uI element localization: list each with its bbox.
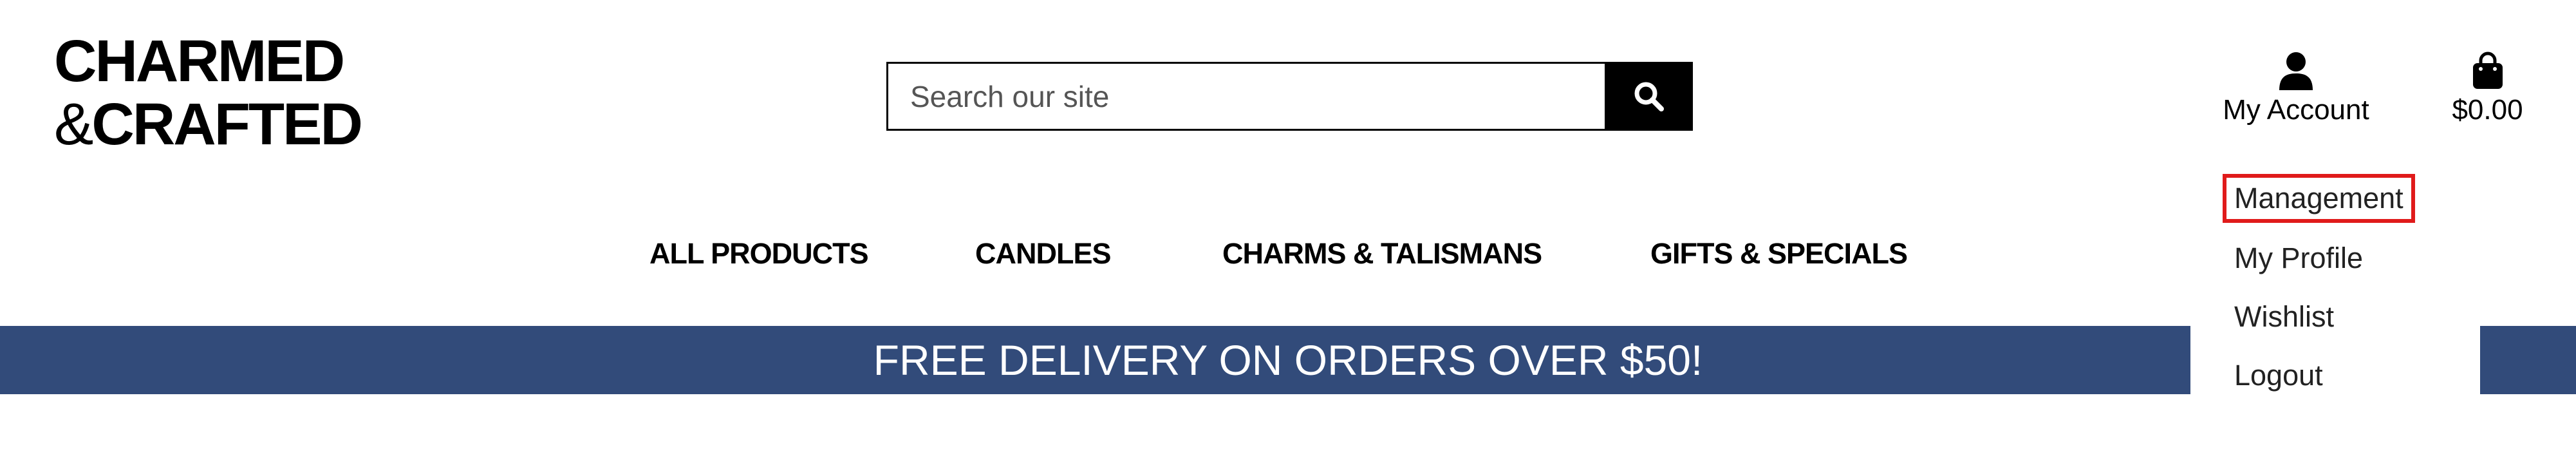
page: CHARMED &CRAFTED My Account $0.00 A [0,0,2576,476]
account-menu-my-profile[interactable]: My Profile [2234,242,2363,275]
logo-line-2: &CRAFTED [54,91,363,157]
logo-line-1: CHARMED [54,28,345,94]
logo-line-2-text: CRAFTED [91,91,363,157]
search-icon [1634,82,1664,111]
promo-banner: FREE DELIVERY ON ORDERS OVER $50! [0,326,2576,394]
account-menu-toggle[interactable]: My Account [2219,52,2373,126]
bag-total: $0.00 [2452,94,2523,126]
account-menu-management[interactable]: Management [2223,174,2415,223]
account-menu-logout[interactable]: Logout [2234,359,2323,392]
site-logo[interactable]: CHARMED &CRAFTED [54,28,363,157]
user-icon [2279,52,2313,90]
shopping-bag-icon [2472,52,2503,89]
account-menu-wishlist[interactable]: Wishlist [2234,300,2334,334]
account-dropdown: Management My Profile Wishlist Logout [2190,165,2480,397]
search-input[interactable] [886,62,1605,131]
nav-charms-talismans[interactable]: CHARMS & TALISMANS [1222,237,1542,271]
main-nav: ALL PRODUCTS CANDLES CHARMS & TALISMANS … [0,237,2576,276]
promo-banner-text: FREE DELIVERY ON ORDERS OVER $50! [873,336,1703,384]
account-label: My Account [2223,94,2369,126]
nav-all-products[interactable]: ALL PRODUCTS [649,237,869,271]
search-button[interactable] [1605,62,1693,131]
nav-candles[interactable]: CANDLES [975,237,1112,271]
logo-ampersand: & [54,91,93,157]
nav-gifts-specials[interactable]: GIFTS & SPECIALS [1650,237,1908,271]
search-form [886,62,1693,131]
shopping-bag-button[interactable]: $0.00 [2444,52,2531,126]
